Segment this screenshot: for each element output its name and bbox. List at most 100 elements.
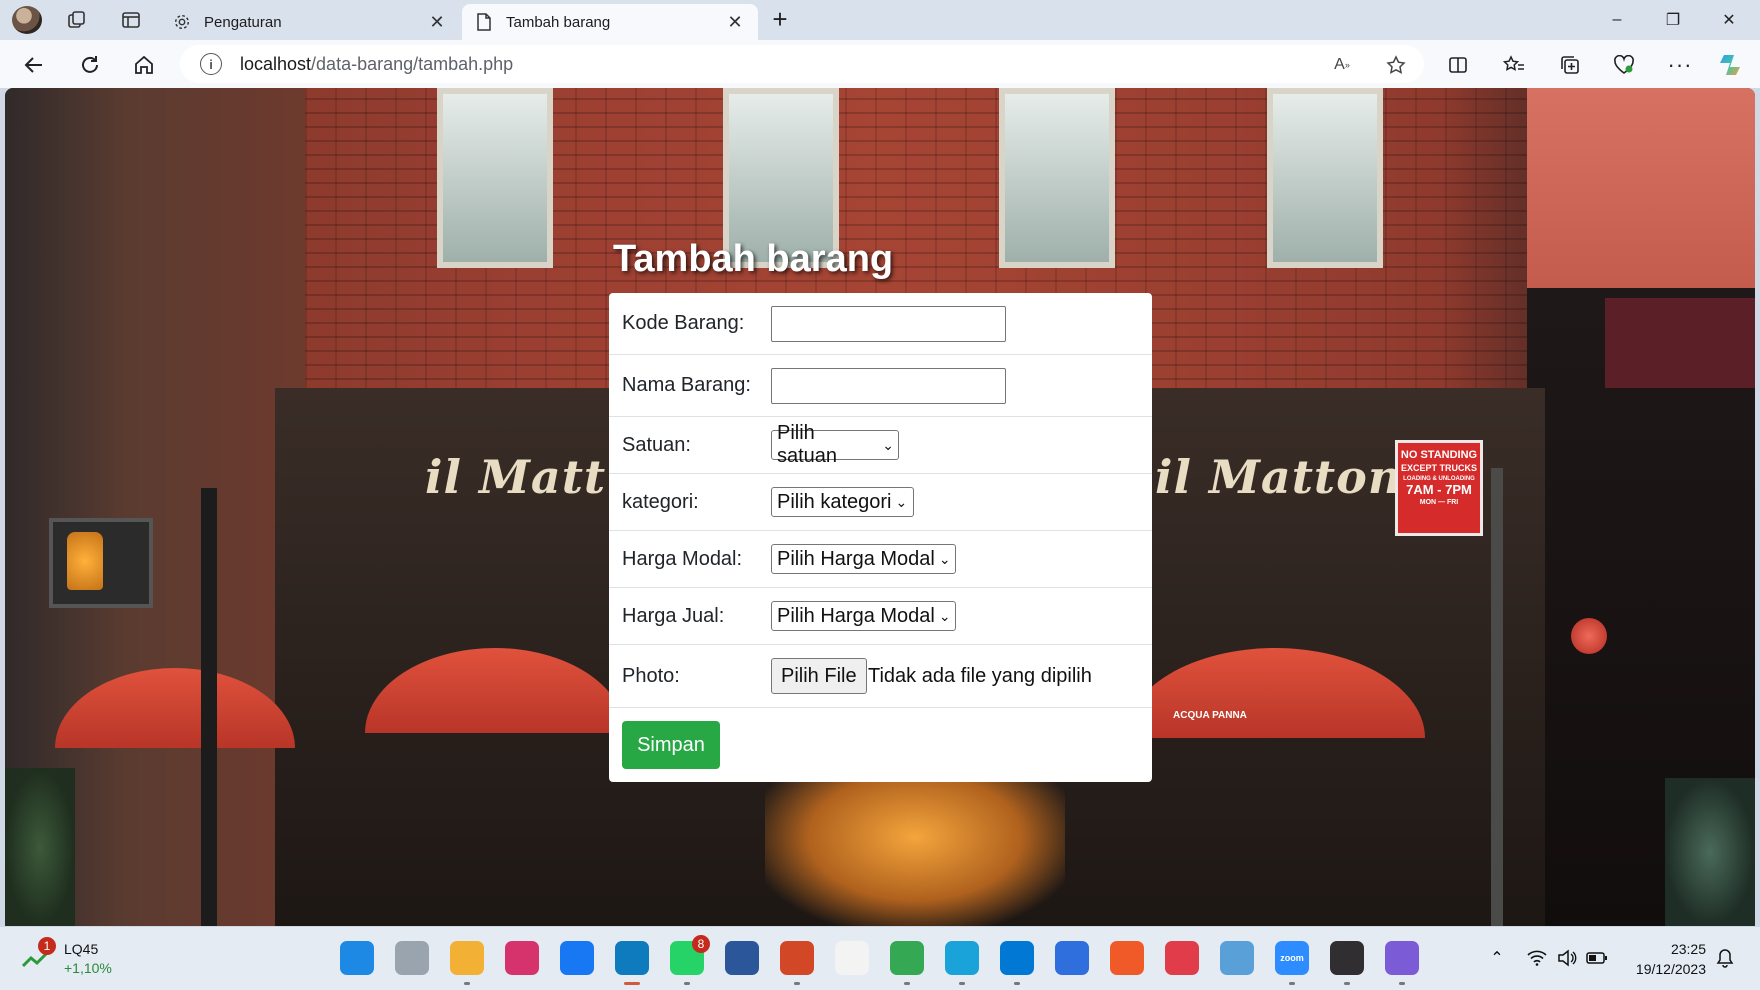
chevron-down-icon: ⌄ bbox=[895, 493, 908, 510]
read-aloud-icon[interactable]: A» bbox=[1330, 53, 1354, 77]
satuan-select[interactable]: Pilih satuan ⌄ bbox=[771, 422, 899, 467]
url-host: localhost bbox=[240, 53, 312, 74]
tab-pengaturan[interactable]: Pengaturan ✕ bbox=[160, 4, 460, 40]
new-tab-button[interactable]: + bbox=[766, 6, 794, 35]
whatsapp-icon[interactable]: 8 bbox=[670, 935, 710, 985]
harga-modal-label: Harga Modal: bbox=[622, 547, 743, 570]
form-row-nama: Nama Barang: bbox=[609, 355, 1152, 417]
file-explorer-icon[interactable] bbox=[450, 941, 484, 985]
tree bbox=[5, 768, 75, 926]
running-indicator bbox=[684, 982, 690, 985]
profile-avatar[interactable] bbox=[12, 6, 42, 34]
address-bar[interactable]: i localhost/data-barang/tambah.php A» bbox=[180, 45, 1424, 83]
wifi-icon[interactable] bbox=[1526, 947, 1548, 969]
hand-icon bbox=[67, 532, 103, 590]
windows-start-icon[interactable] bbox=[340, 941, 374, 975]
word-icon[interactable] bbox=[725, 941, 759, 975]
nama-barang-input[interactable] bbox=[771, 367, 1006, 404]
home-icon[interactable] bbox=[128, 49, 160, 81]
sign-line: 7AM - 7PM bbox=[1406, 482, 1472, 497]
zoom-icon[interactable]: zoom bbox=[1275, 941, 1309, 985]
store-sign-left: il Matt bbox=[425, 450, 607, 504]
close-tab-icon[interactable]: ✕ bbox=[724, 11, 746, 33]
url-text[interactable]: localhost/data-barang/tambah.php bbox=[240, 54, 513, 75]
running-indicator bbox=[959, 982, 965, 985]
back-arrow-icon[interactable] bbox=[18, 49, 50, 81]
close-window-button[interactable]: ✕ bbox=[1702, 2, 1756, 38]
no-standing-sign: NO STANDING EXCEPT TRUCKS LOADING & UNLO… bbox=[1395, 440, 1483, 536]
running-indicator bbox=[1344, 982, 1350, 985]
fire-alarm-bell bbox=[1571, 618, 1607, 654]
split-screen-icon[interactable] bbox=[1442, 49, 1474, 81]
tab-title: Pengaturan bbox=[204, 13, 282, 31]
tab-tambah-barang[interactable]: Tambah barang ✕ bbox=[462, 4, 758, 40]
sign-line: MON — FRI bbox=[1419, 499, 1459, 506]
git-kraken-icon[interactable] bbox=[1165, 941, 1199, 975]
git-cola-icon[interactable] bbox=[1385, 941, 1419, 985]
speaker-icon[interactable] bbox=[1556, 947, 1578, 969]
instagram-icon[interactable] bbox=[505, 941, 539, 975]
harga-jual-label: Harga Jual: bbox=[622, 604, 725, 627]
sublime-swift-icon[interactable] bbox=[1110, 941, 1144, 975]
vertical-tabs-icon[interactable] bbox=[118, 7, 144, 33]
restore-button[interactable]: ❐ bbox=[1646, 2, 1700, 38]
harga-jual-selected: Pilih Harga Modal bbox=[777, 604, 935, 627]
vscode-icon[interactable] bbox=[1000, 941, 1034, 985]
chevron-down-icon: ⌄ bbox=[882, 436, 894, 453]
chevron-up-icon[interactable]: ⌃ bbox=[1486, 947, 1508, 969]
edge-icon[interactable] bbox=[615, 941, 649, 985]
umbrella-text: ACQUA PANNA bbox=[1173, 710, 1247, 721]
virtualbox-icon[interactable] bbox=[1220, 941, 1254, 975]
save-button[interactable]: Simpan bbox=[622, 721, 720, 769]
kode-barang-label: Kode Barang: bbox=[622, 312, 745, 334]
form-row-kode: Kode Barang: bbox=[609, 293, 1152, 355]
kategori-select[interactable]: Pilih kategori ⌄ bbox=[771, 487, 914, 517]
more-menu-icon[interactable]: ··· bbox=[1664, 49, 1696, 81]
chrome-icon[interactable] bbox=[890, 941, 924, 985]
close-tab-icon[interactable]: ✕ bbox=[426, 11, 448, 33]
signal-pole bbox=[201, 488, 217, 926]
pedestrian-signal bbox=[49, 518, 153, 608]
browser-essentials-icon[interactable] bbox=[1608, 49, 1640, 81]
task-view-icon[interactable] bbox=[395, 941, 429, 975]
battery-icon[interactable] bbox=[1586, 947, 1608, 969]
notification-bell-icon[interactable] bbox=[1714, 947, 1736, 969]
form-row-harga-modal: Harga Modal: Pilih Harga Modal ⌄ bbox=[609, 531, 1152, 588]
stock-change: +1,10% bbox=[64, 960, 112, 976]
tab-title: Tambah barang bbox=[506, 13, 611, 31]
harga-modal-select[interactable]: Pilih Harga Modal ⌄ bbox=[771, 544, 956, 574]
minimize-button[interactable]: – bbox=[1590, 2, 1644, 38]
site-info-icon[interactable]: i bbox=[200, 53, 222, 75]
tree bbox=[1665, 778, 1755, 926]
microsoft-store-icon[interactable] bbox=[835, 941, 869, 975]
running-indicator bbox=[1289, 982, 1295, 985]
running-indicator bbox=[794, 982, 800, 985]
obs-icon[interactable] bbox=[1330, 941, 1364, 985]
nama-barang-label: Nama Barang: bbox=[622, 374, 751, 396]
sign-pole bbox=[1491, 468, 1503, 926]
clock-time: 23:25 bbox=[1670, 941, 1706, 957]
harga-modal-selected: Pilih Harga Modal bbox=[777, 547, 935, 570]
favorite-star-icon[interactable] bbox=[1384, 53, 1408, 77]
running-indicator bbox=[1014, 982, 1020, 985]
notification-badge: 8 bbox=[692, 935, 710, 953]
kode-barang-input[interactable] bbox=[771, 305, 1006, 342]
satuan-selected: Pilih satuan bbox=[777, 422, 838, 467]
form-row-photo: Photo: Pilih File Tidak ada file yang di… bbox=[609, 645, 1152, 708]
workspaces-icon[interactable] bbox=[64, 7, 90, 33]
mysql-workbench-icon[interactable] bbox=[945, 941, 979, 985]
system-clock[interactable]: 23:25 19/12/2023 bbox=[1626, 939, 1706, 979]
facebook-icon[interactable] bbox=[560, 941, 594, 975]
kategori-label: kategori: bbox=[622, 490, 699, 513]
refresh-icon[interactable] bbox=[74, 49, 106, 81]
powerpoint-icon[interactable] bbox=[780, 941, 814, 985]
collections-icon[interactable] bbox=[1554, 49, 1586, 81]
favorites-icon[interactable] bbox=[1498, 49, 1530, 81]
app-a-icon[interactable] bbox=[1055, 941, 1089, 975]
stock-widget[interactable]: 1 LQ45 +1,10% bbox=[22, 937, 122, 979]
choose-file-button[interactable]: Pilih File bbox=[771, 658, 867, 694]
kategori-selected: Pilih kategori bbox=[777, 490, 892, 513]
copilot-icon[interactable] bbox=[1716, 49, 1748, 81]
harga-jual-select[interactable]: Pilih Harga Modal ⌄ bbox=[771, 601, 956, 631]
awning bbox=[1605, 298, 1755, 388]
